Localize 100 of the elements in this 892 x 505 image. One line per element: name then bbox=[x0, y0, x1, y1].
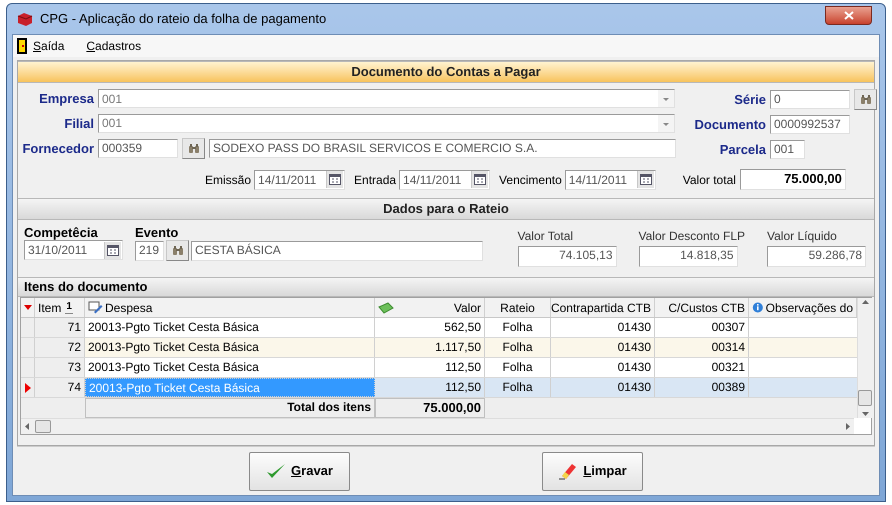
clear-button[interactable]: Limpar bbox=[542, 452, 643, 490]
field-label: Parcela bbox=[718, 140, 766, 158]
checkmark-icon bbox=[266, 462, 286, 480]
app-logo-icon bbox=[16, 11, 34, 27]
calendar-button[interactable] bbox=[636, 171, 654, 188]
table-cell: 112,50 bbox=[375, 378, 485, 397]
table-cell: Folha bbox=[485, 358, 551, 377]
menu-item[interactable]: Cadastros bbox=[86, 37, 142, 55]
binoculars-icon bbox=[188, 144, 200, 153]
table-cell: Folha bbox=[485, 338, 551, 357]
section-header: Dados para o Rateio bbox=[18, 198, 874, 220]
column-header[interactable]: Contrapartida CTB bbox=[551, 298, 655, 317]
supplier-code-field[interactable]: 000359 bbox=[98, 139, 178, 158]
field-label: Entrada bbox=[354, 172, 396, 188]
document-field[interactable]: 0000992537 bbox=[770, 115, 850, 134]
total-label: Total dos itens bbox=[85, 398, 375, 418]
scroll-thumb[interactable] bbox=[858, 390, 872, 406]
competence-date-field[interactable]: 31/10/2011 bbox=[24, 240, 123, 260]
table-cell: 01430 bbox=[551, 338, 655, 357]
table-cell[interactable]: 20013-Pgto Ticket Cesta Básica bbox=[85, 358, 375, 377]
window-title: CPG - Aplicação do rateio da folha de pagamento bbox=[40, 10, 326, 28]
calendar-icon bbox=[640, 174, 652, 185]
amount-field[interactable]: 14.818,35 bbox=[638, 246, 738, 267]
row-indicator[interactable] bbox=[21, 378, 35, 397]
field-label: Valor Líquido bbox=[767, 229, 838, 244]
table-cell: 74 bbox=[35, 378, 85, 397]
table-cell: 00314 bbox=[655, 338, 749, 357]
vertical-scrollbar[interactable] bbox=[857, 298, 872, 418]
field-label: Valor total bbox=[682, 172, 736, 188]
column-header[interactable]: C/Custos CTB bbox=[655, 298, 749, 317]
field-label: Filial bbox=[63, 114, 94, 132]
event-code-field[interactable]: 219 bbox=[135, 240, 164, 260]
field-label: Competêcia bbox=[24, 225, 99, 240]
amount-field[interactable]: 74.105,13 bbox=[518, 246, 616, 267]
amount-field[interactable]: 59.286,78 bbox=[767, 246, 866, 267]
binoculars-button[interactable] bbox=[854, 89, 877, 110]
menu-item[interactable]: Saída bbox=[33, 37, 64, 55]
supplier-name-field[interactable]: SODEXO PASS DO BRASIL SERVICOS E COMERCIO S.A. bbox=[209, 139, 676, 158]
total-value-field[interactable]: 75.000,00 bbox=[740, 169, 846, 190]
pencil-note-icon bbox=[88, 301, 103, 314]
table-cell: 71 bbox=[35, 318, 85, 337]
table-cell: 01430 bbox=[551, 318, 655, 337]
field-label: Empresa bbox=[38, 90, 94, 108]
binoculars-icon bbox=[172, 246, 184, 255]
eraser-icon bbox=[558, 462, 578, 480]
scroll-right-icon[interactable] bbox=[846, 423, 850, 430]
section-header: Documento do Contas a Pagar bbox=[18, 61, 874, 83]
field-label: Documento bbox=[694, 116, 766, 134]
date-field[interactable]: 14/11/2011 bbox=[564, 170, 656, 190]
table-cell: 562,50 bbox=[375, 318, 485, 337]
close-button[interactable] bbox=[825, 6, 872, 24]
column-header[interactable]: Valor bbox=[375, 298, 485, 317]
series-field[interactable]: 0 bbox=[770, 90, 850, 109]
table-cell: 72 bbox=[35, 338, 85, 357]
calendar-button[interactable] bbox=[104, 242, 121, 258]
scroll-up-icon[interactable] bbox=[862, 300, 868, 304]
scroll-down-icon[interactable] bbox=[862, 412, 868, 416]
exit-door-icon bbox=[17, 38, 27, 54]
table-cell: 01430 bbox=[551, 358, 655, 377]
field-label: Valor Desconto FLP bbox=[638, 229, 745, 244]
calendar-icon bbox=[329, 174, 342, 185]
column-header[interactable]: Rateio bbox=[485, 298, 551, 317]
installment-field[interactable]: 001 bbox=[770, 140, 805, 159]
field-label: Série bbox=[733, 90, 766, 109]
table-cell: 00389 bbox=[655, 378, 749, 397]
field-label: Valor Total bbox=[518, 229, 574, 244]
column-header[interactable]: Item 1 bbox=[35, 298, 85, 317]
scroll-thumb[interactable] bbox=[35, 420, 51, 433]
scroll-left-icon[interactable] bbox=[25, 423, 29, 430]
calendar-button[interactable] bbox=[326, 171, 344, 188]
company-dropdown[interactable]: 001 bbox=[98, 89, 675, 108]
table-cell: 00321 bbox=[655, 358, 749, 377]
table-cell[interactable]: 20013-Pgto Ticket Cesta Básica bbox=[85, 338, 375, 357]
table-cell: Folha bbox=[485, 378, 551, 397]
field-label: Evento bbox=[135, 225, 180, 240]
table-cell: 00307 bbox=[655, 318, 749, 337]
horizontal-scrollbar[interactable] bbox=[21, 418, 854, 434]
branch-dropdown[interactable]: 001 bbox=[98, 114, 675, 133]
total-value: 75.000,00 bbox=[375, 398, 485, 418]
date-field[interactable]: 14/11/2011 bbox=[254, 170, 346, 190]
sort-triangle-icon bbox=[24, 305, 32, 310]
money-icon bbox=[378, 302, 394, 314]
table-cell: 1.117,50 bbox=[375, 338, 485, 357]
close-icon bbox=[844, 10, 854, 20]
save-button[interactable]: Gravar bbox=[249, 452, 350, 490]
table-cell[interactable]: 20013-Pgto Ticket Cesta Básica bbox=[85, 318, 375, 337]
calendar-icon bbox=[107, 244, 119, 256]
date-field[interactable]: 14/11/2011 bbox=[399, 170, 490, 190]
items-header: Itens do documento bbox=[18, 277, 874, 297]
binoculars-icon bbox=[860, 95, 872, 104]
table-cell: Folha bbox=[485, 318, 551, 337]
binoculars-button[interactable] bbox=[166, 240, 189, 261]
table-cell: 73 bbox=[35, 358, 85, 377]
field-label: Vencimento bbox=[499, 172, 562, 188]
event-name-field[interactable]: CESTA BÁSICA bbox=[191, 240, 483, 260]
binoculars-button[interactable] bbox=[182, 138, 205, 159]
calendar-button[interactable] bbox=[471, 171, 488, 188]
field-label: Fornecedor bbox=[21, 140, 94, 158]
info-icon bbox=[752, 300, 764, 315]
column-header[interactable]: Despesa bbox=[85, 298, 375, 317]
